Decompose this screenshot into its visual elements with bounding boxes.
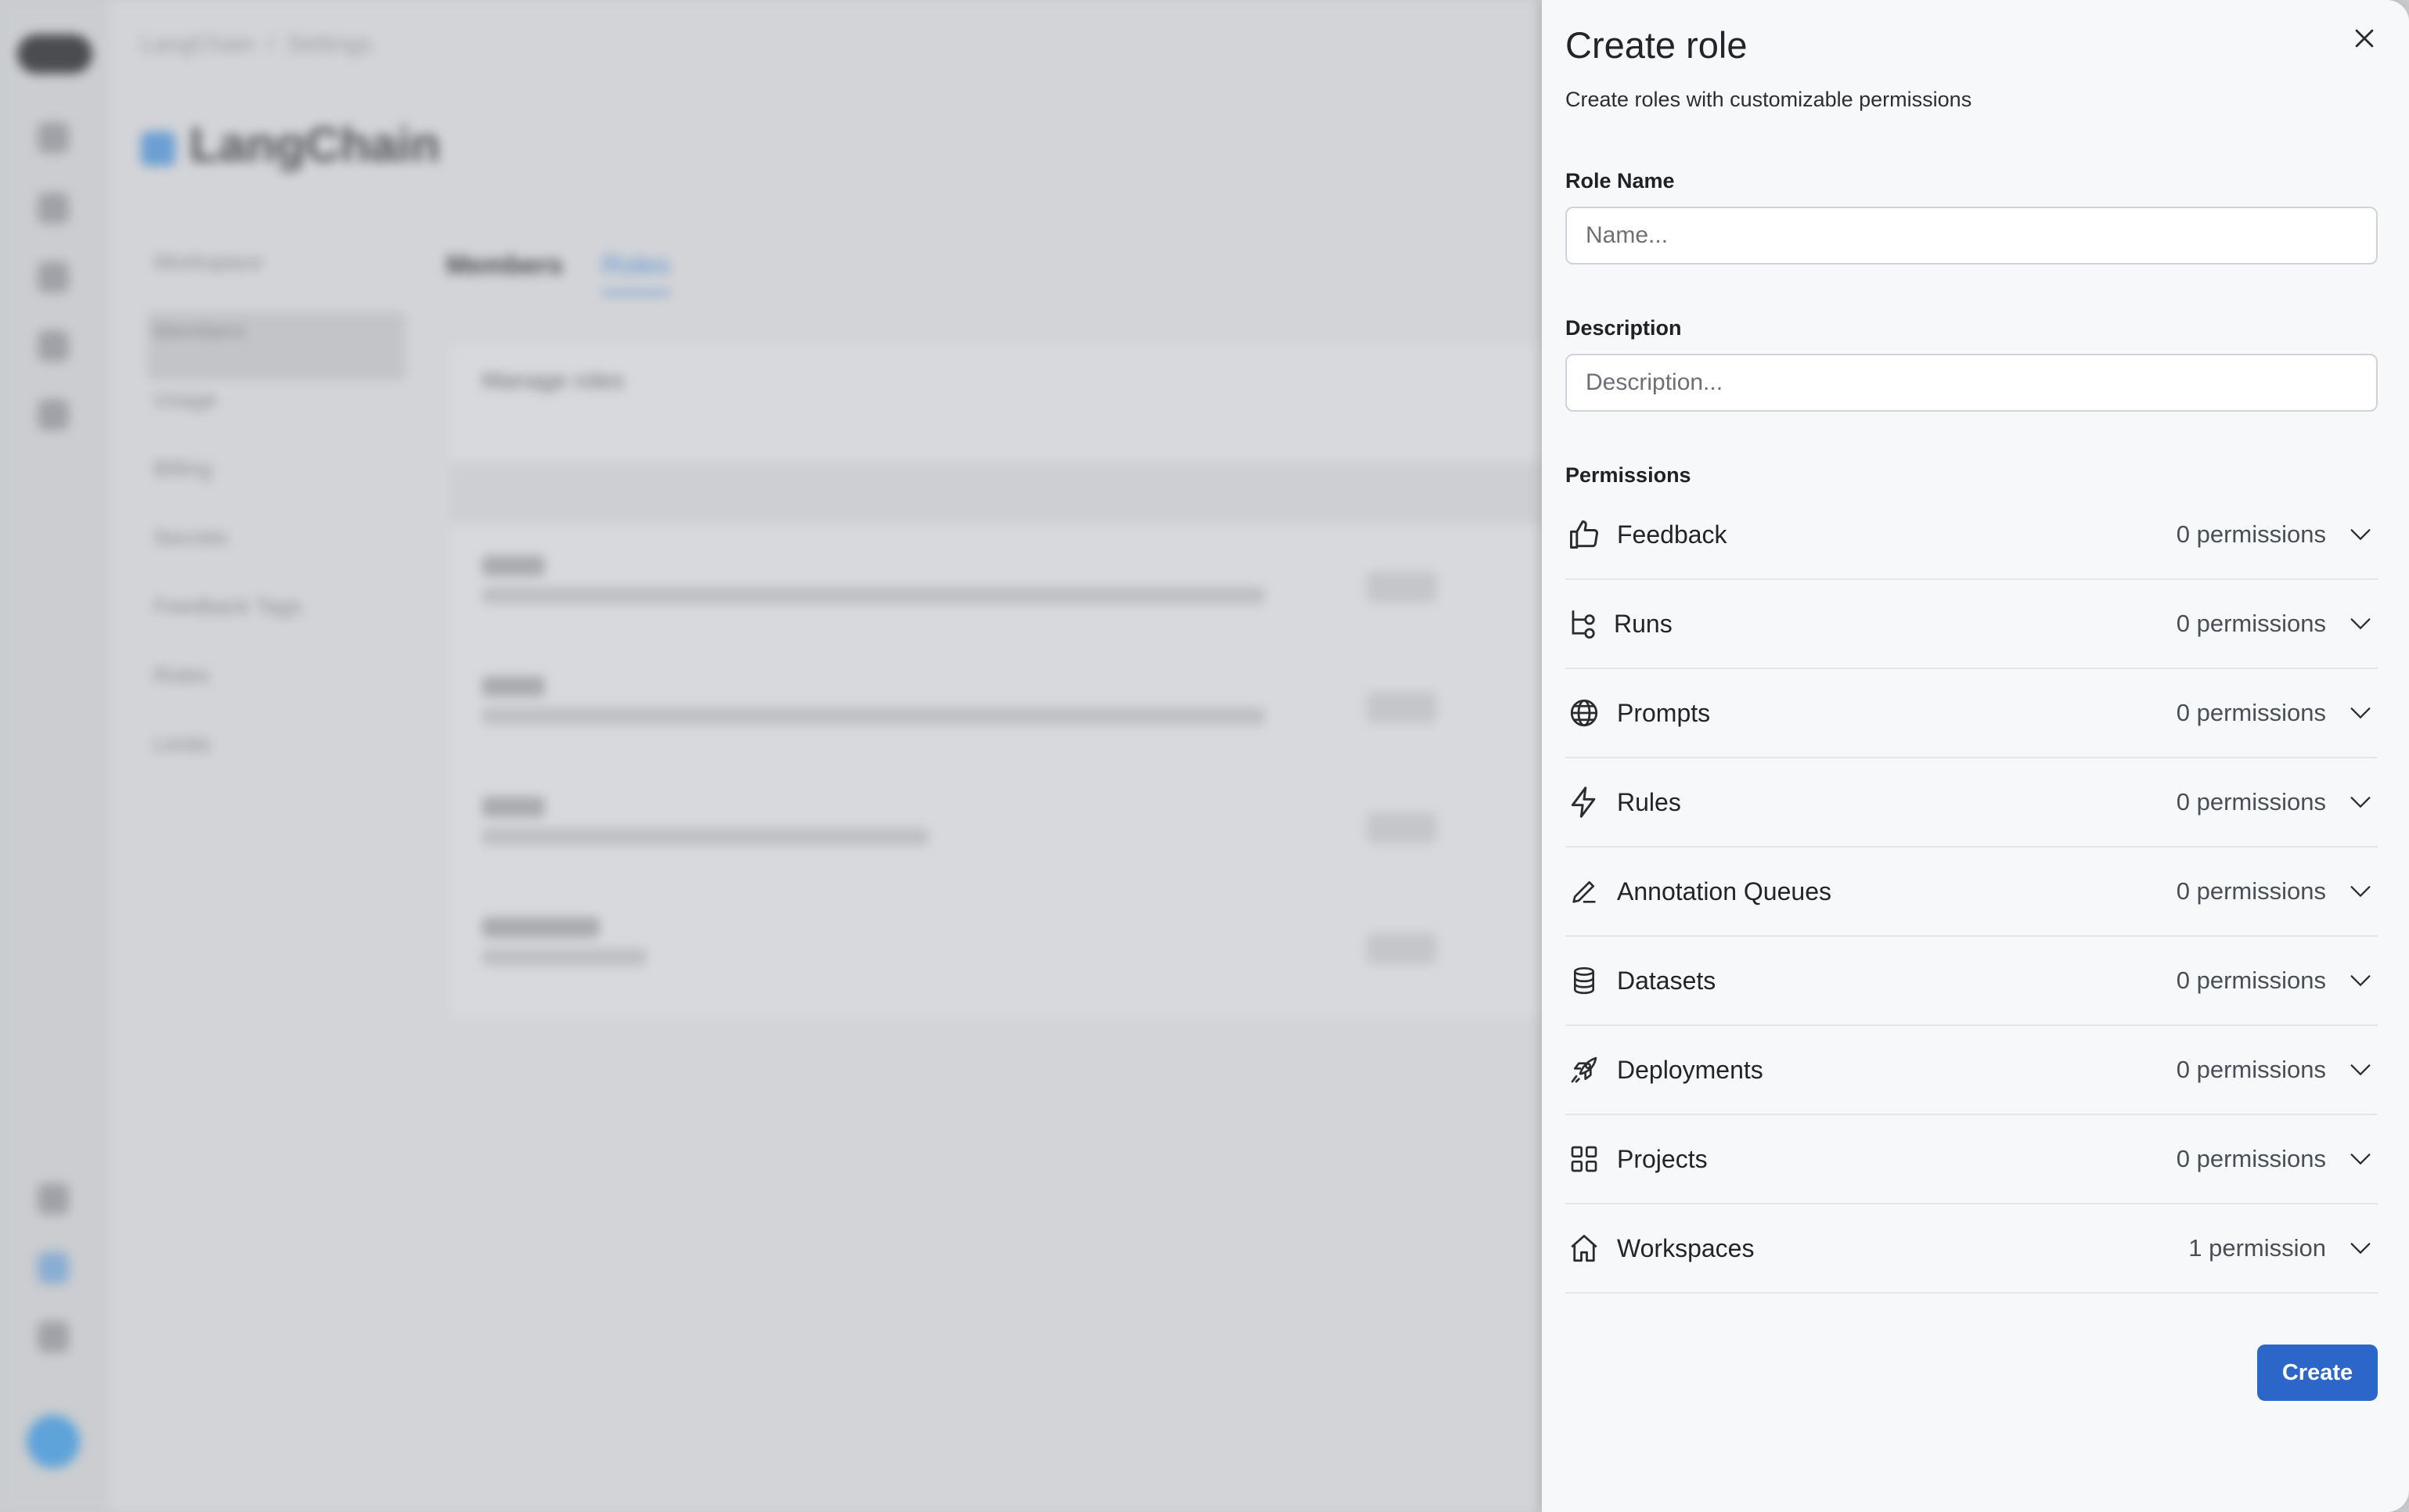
settings-nav-item: Workspace	[153, 250, 263, 274]
chevron-down-icon	[2346, 610, 2375, 638]
settings-nav-item: Roles	[153, 663, 210, 687]
chevron-down-icon	[2346, 1145, 2375, 1173]
role-name-label: Role Name	[1565, 169, 1675, 193]
permission-count: 0 permissions	[2176, 788, 2326, 815]
table-row	[482, 797, 1500, 875]
background-tabs: Members Roles	[446, 250, 670, 294]
background-app: LangChain / Settings LangChain Workspace…	[0, 0, 1542, 1512]
permission-row-deployments[interactable]: Deployments 0 permissions	[1565, 1026, 2378, 1115]
permission-row-workspaces[interactable]: Workspaces 1 permission	[1565, 1204, 2378, 1294]
role-name-input[interactable]	[1565, 207, 2378, 265]
roles-table-header	[451, 462, 1542, 524]
permission-name: Datasets	[1617, 966, 1716, 995]
permission-count: 0 permissions	[2176, 699, 2326, 726]
permission-count: 1 permission	[2188, 1234, 2326, 1262]
permission-row-runs[interactable]: Runs 0 permissions	[1565, 580, 2378, 669]
permission-name: Prompts	[1617, 698, 1711, 727]
permission-name: Workspaces	[1617, 1233, 1755, 1262]
settings-nav-item: Limits	[153, 732, 211, 756]
database-icon	[1565, 962, 1603, 999]
permission-name: Runs	[1614, 609, 1673, 638]
user-avatar	[27, 1415, 80, 1468]
app-logo	[17, 34, 92, 74]
chevron-down-icon	[2346, 877, 2375, 905]
create-button[interactable]: Create	[2257, 1345, 2378, 1401]
pencil-icon	[1565, 873, 1603, 910]
chevron-down-icon	[2346, 699, 2375, 727]
description-input[interactable]	[1565, 354, 2378, 412]
chevron-down-icon	[2346, 788, 2375, 816]
rail-settings-icon	[38, 1252, 69, 1283]
settings-nav-item: Usage	[153, 387, 217, 412]
permission-name: Rules	[1617, 787, 1681, 816]
table-row	[482, 676, 1500, 754]
breadcrumb-org: LangChain	[141, 31, 255, 57]
org-title: LangChain	[141, 117, 440, 173]
close-button[interactable]	[2343, 17, 2386, 59]
permission-count: 0 permissions	[2176, 1056, 2326, 1083]
permission-name: Projects	[1617, 1144, 1708, 1173]
description-label: Description	[1565, 316, 1682, 340]
settings-nav: Workspace Members Usage Billing Secrets …	[147, 243, 405, 794]
rail-deployments-icon	[38, 399, 69, 430]
settings-nav-item: Feedback Tags	[153, 594, 302, 618]
dialog-subtitle: Create roles with customizable permissio…	[1565, 88, 1972, 111]
runs-branch-icon	[1565, 605, 1603, 643]
rail-help-icon	[38, 1183, 69, 1215]
chevron-down-icon	[2346, 1234, 2375, 1262]
tab-roles: Roles	[601, 250, 670, 294]
permission-count: 0 permissions	[2176, 610, 2326, 637]
rail-prompts-icon	[38, 330, 69, 362]
thumbs-up-icon	[1565, 516, 1603, 553]
settings-nav-item-active: Members	[147, 311, 405, 380]
roles-card: Manage roles	[451, 344, 1542, 1017]
globe-icon	[1565, 694, 1603, 732]
breadcrumb: LangChain / Settings	[141, 31, 373, 57]
org-title-text: LangChain	[189, 118, 441, 172]
org-logo-icon	[141, 131, 175, 166]
app-rail	[0, 0, 110, 1512]
permission-row-feedback[interactable]: Feedback 0 permissions	[1565, 491, 2378, 580]
permission-row-datasets[interactable]: Datasets 0 permissions	[1565, 937, 2378, 1026]
roles-card-header: Manage roles	[482, 368, 625, 394]
permission-count: 0 permissions	[2176, 877, 2326, 905]
rail-projects-icon	[38, 193, 69, 224]
permission-row-prompts[interactable]: Prompts 0 permissions	[1565, 669, 2378, 758]
permission-count: 0 permissions	[2176, 1145, 2326, 1172]
create-role-drawer: Create role Create roles with customizab…	[1542, 0, 2409, 1512]
permission-row-projects[interactable]: Projects 0 permissions	[1565, 1115, 2378, 1204]
chevron-down-icon	[2346, 520, 2375, 549]
permission-count: 0 permissions	[2176, 520, 2326, 548]
home-icon	[1565, 1229, 1603, 1267]
grid-icon	[1565, 1140, 1603, 1178]
lightning-icon	[1565, 783, 1603, 821]
rail-datasets-icon	[38, 261, 69, 293]
rail-docs-icon	[38, 1321, 69, 1352]
chevron-down-icon	[2346, 1056, 2375, 1084]
close-icon	[2355, 29, 2374, 48]
permission-row-rules[interactable]: Rules 0 permissions	[1565, 758, 2378, 848]
permission-name: Feedback	[1617, 520, 1727, 549]
permission-name: Annotation Queues	[1617, 877, 1831, 905]
chevron-down-icon	[2346, 967, 2375, 995]
permission-name: Deployments	[1617, 1055, 1763, 1084]
settings-nav-item: Billing	[153, 456, 212, 481]
dialog-title: Create role	[1565, 24, 1748, 66]
permission-row-annotation-queues[interactable]: Annotation Queues 0 permissions	[1565, 848, 2378, 937]
tab-members: Members	[446, 250, 564, 280]
rocket-icon	[1565, 1051, 1603, 1089]
table-row	[482, 917, 1500, 995]
permissions-label: Permissions	[1565, 463, 1691, 487]
rail-home-icon	[38, 122, 69, 153]
table-row	[482, 556, 1500, 634]
settings-nav-item: Secrets	[153, 525, 228, 549]
breadcrumb-settings: Settings	[286, 31, 373, 57]
permissions-list: Feedback 0 permissions Runs 0 permission…	[1565, 491, 2378, 1294]
permission-count: 0 permissions	[2176, 967, 2326, 994]
